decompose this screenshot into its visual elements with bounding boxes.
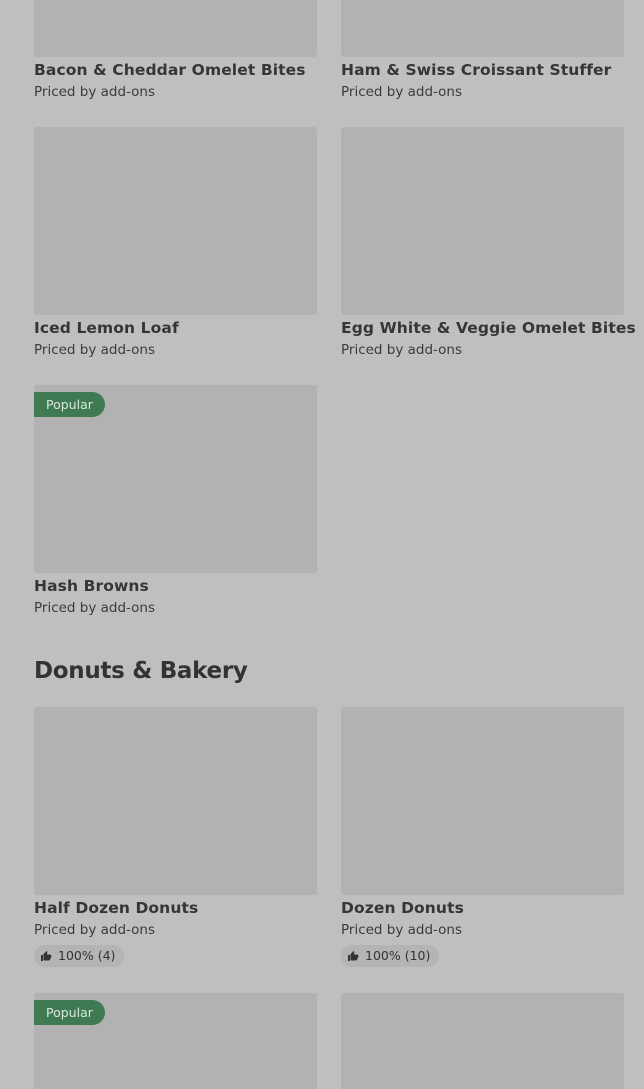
item-price: Priced by add-ons bbox=[34, 342, 156, 358]
item-image: Popular bbox=[34, 385, 317, 573]
menu-item-card[interactable]: Egg White & Veggie Omelet Bites Priced b… bbox=[341, 127, 636, 358]
menu-page: Bacon & Cheddar Omelet Bites Priced by a… bbox=[0, 0, 644, 1089]
item-price: Priced by add-ons bbox=[34, 922, 156, 938]
thumbs-up-icon bbox=[348, 951, 359, 961]
popular-badge: Popular bbox=[34, 1000, 105, 1025]
rating-pill: 100% (10) bbox=[341, 945, 440, 967]
item-image bbox=[34, 127, 317, 315]
popular-badge: Popular bbox=[34, 392, 105, 417]
section-title: Donuts & Bakery bbox=[34, 658, 248, 684]
menu-item-card[interactable]: Bacon & Cheddar Omelet Bites Priced by a… bbox=[34, 0, 318, 100]
item-image bbox=[341, 707, 624, 895]
item-title: Ham & Swiss Croissant Stuffer bbox=[341, 61, 612, 79]
item-image: Popular bbox=[34, 993, 317, 1089]
menu-item-card[interactable]: Half Dozen Donuts Priced by add-ons 100%… bbox=[34, 707, 318, 967]
item-title: Hash Browns bbox=[34, 577, 149, 595]
item-title: Iced Lemon Loaf bbox=[34, 319, 179, 337]
item-image bbox=[341, 993, 624, 1089]
rating-text: 100% (10) bbox=[365, 948, 431, 963]
item-price: Priced by add-ons bbox=[341, 84, 463, 100]
rating-pill: 100% (4) bbox=[34, 945, 125, 967]
menu-item-card[interactable]: Popular Hash Browns Priced by add-ons bbox=[34, 385, 318, 616]
item-price: Priced by add-ons bbox=[34, 600, 156, 616]
item-title: Half Dozen Donuts bbox=[34, 899, 199, 917]
item-image bbox=[341, 127, 624, 315]
item-image bbox=[341, 0, 624, 57]
item-image bbox=[34, 0, 317, 57]
item-title: Dozen Donuts bbox=[341, 899, 464, 917]
item-price: Priced by add-ons bbox=[341, 922, 463, 938]
thumbs-up-icon bbox=[41, 951, 52, 961]
item-image bbox=[34, 707, 317, 895]
menu-item-card[interactable]: Dozen Donuts Priced by add-ons 100% (10) bbox=[341, 707, 625, 967]
rating-text: 100% (4) bbox=[58, 948, 116, 963]
item-title: Egg White & Veggie Omelet Bites bbox=[341, 319, 636, 337]
menu-item-card[interactable]: Ham & Swiss Croissant Stuffer Priced by … bbox=[341, 0, 625, 100]
item-title: Bacon & Cheddar Omelet Bites bbox=[34, 61, 306, 79]
menu-item-card[interactable] bbox=[341, 993, 625, 1089]
menu-item-card[interactable]: Popular bbox=[34, 993, 318, 1089]
item-price: Priced by add-ons bbox=[341, 342, 463, 358]
item-price: Priced by add-ons bbox=[34, 84, 156, 100]
menu-item-card[interactable]: Iced Lemon Loaf Priced by add-ons bbox=[34, 127, 318, 358]
